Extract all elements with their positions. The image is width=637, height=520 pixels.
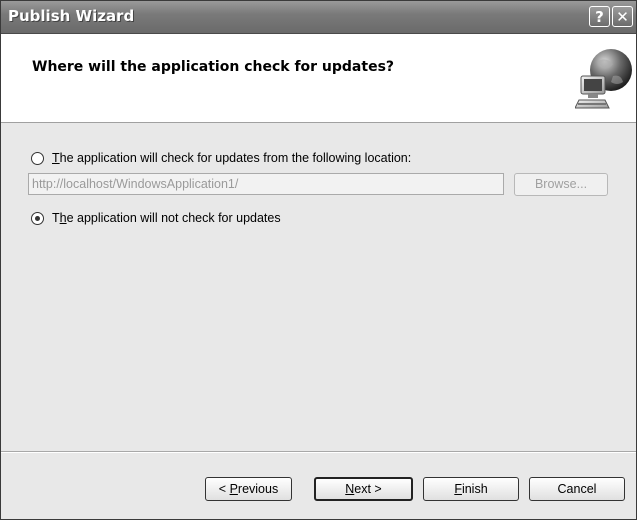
update-location-field[interactable]: http://localhost/WindowsApplication1/ bbox=[28, 173, 504, 195]
check-updates-radio[interactable] bbox=[31, 151, 44, 165]
no-updates-radio[interactable] bbox=[31, 211, 44, 225]
next-button[interactable]: Next > bbox=[314, 477, 413, 501]
no-updates-label[interactable]: The application will not check for updat… bbox=[52, 211, 281, 225]
cancel-button[interactable]: Cancel bbox=[529, 477, 625, 501]
globe-computer-icon bbox=[575, 49, 632, 109]
help-icon: ? bbox=[595, 8, 604, 26]
check-updates-option[interactable]: The application will check for updates f… bbox=[31, 151, 411, 165]
check-updates-label[interactable]: The application will check for updates f… bbox=[52, 151, 411, 165]
finish-button[interactable]: Finish bbox=[423, 477, 519, 501]
wizard-header: Where will the application check for upd… bbox=[1, 34, 636, 123]
wizard-footer: < Previous Next > Finish Cancel bbox=[1, 451, 636, 519]
title-bar[interactable]: Publish Wizard ? ✕ bbox=[1, 1, 636, 34]
page-heading: Where will the application check for upd… bbox=[32, 59, 395, 75]
publish-wizard-window: Publish Wizard ? ✕ Where will the applic… bbox=[0, 0, 637, 520]
no-updates-option[interactable]: The application will not check for updat… bbox=[31, 211, 281, 225]
browse-button[interactable]: Browse... bbox=[514, 173, 608, 196]
close-button[interactable]: ✕ bbox=[612, 6, 633, 27]
close-icon: ✕ bbox=[616, 8, 629, 26]
previous-button[interactable]: < Previous bbox=[205, 477, 292, 501]
help-button[interactable]: ? bbox=[589, 6, 610, 27]
wizard-content: The application will check for updates f… bbox=[1, 123, 636, 451]
window-title: Publish Wizard bbox=[8, 7, 135, 25]
